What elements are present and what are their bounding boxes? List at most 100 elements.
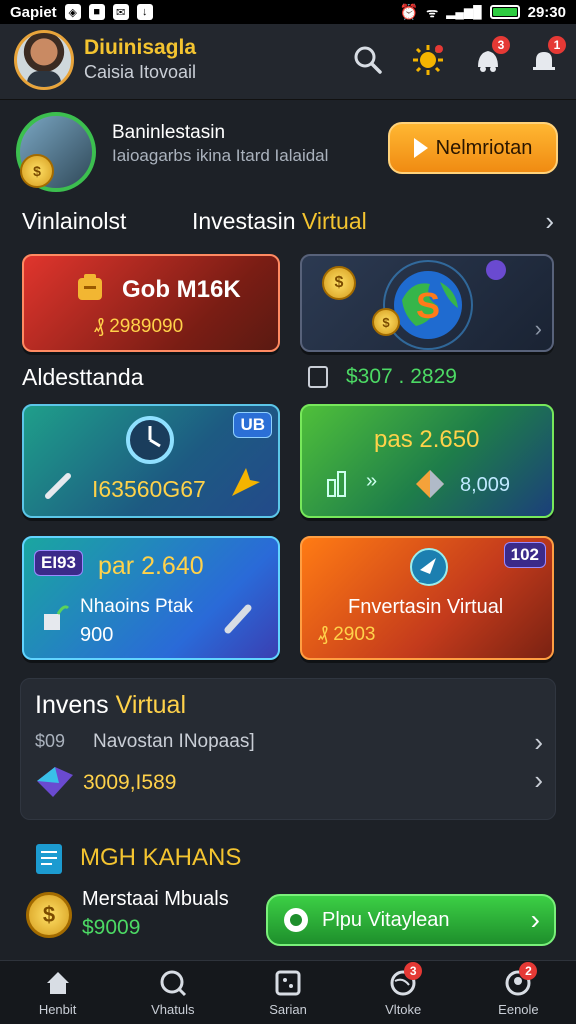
play-vitaylean-button[interactable]: Plpu Vitaylean › <box>266 894 556 946</box>
invest-row1-code: $09 <box>35 731 66 751</box>
header-badge-1: 3 <box>492 36 510 54</box>
card-pas[interactable]: pas 2.650 » 8,009 <box>300 404 554 518</box>
invest-title: Invens Virtual <box>35 691 186 720</box>
chevron-right-icon: › <box>534 765 543 795</box>
promo-button-label: Nelmriotan <box>435 136 533 159</box>
invest-panel: Invens Virtual $09 Navostan INopaas] › 3… <box>20 678 556 820</box>
wallet-icon <box>78 274 102 300</box>
header-badge-2: 1 <box>548 36 566 54</box>
chart-bars-icon <box>327 471 346 497</box>
section1-title: Investasin Virtual <box>192 208 367 235</box>
tab-sarian-label: Sarian <box>269 1002 307 1017</box>
promo-title: Baninlestasin <box>112 122 226 143</box>
section2-title: Aldesttanda <box>22 363 144 390</box>
pen-icon <box>45 473 71 499</box>
notification-icon: ■ <box>88 4 105 20</box>
globe-icon: S <box>383 260 473 350</box>
section-header-1: Vinlainolst Investasin Virtual › <box>22 206 554 236</box>
tab-eenole[interactable]: 2 Eenole <box>461 961 576 1024</box>
card-par-title: par 2.640 <box>98 552 204 580</box>
alarm-icon: ⏰ <box>399 4 419 21</box>
invest-title-main: Invens <box>35 691 116 719</box>
card-gob-value-text: 2989090 <box>109 316 184 337</box>
avatar[interactable] <box>14 30 74 90</box>
chevron-right-icon: › <box>530 904 540 935</box>
plant-icon <box>44 605 70 630</box>
search-button[interactable] <box>350 42 386 78</box>
tab-home-label: Henbit <box>38 1002 77 1017</box>
diamond-icon <box>37 767 73 797</box>
tab-sarian[interactable]: Sarian <box>230 961 345 1024</box>
coin-icon: $ <box>20 154 54 188</box>
signal-icon: ▂▄▆█ <box>446 5 482 19</box>
svg-text:S: S <box>416 285 440 326</box>
search-icon <box>160 970 186 997</box>
star-icon <box>232 468 260 496</box>
invest-row-2[interactable]: 3009,I589 › <box>35 765 543 801</box>
sun-icon <box>413 45 443 75</box>
card-investasin-value-text: 2903 <box>333 624 376 645</box>
card-par[interactable]: EI93 par 2.640 Nhaoins Ptak 900 <box>22 536 280 660</box>
coin-icon: $ <box>26 892 72 938</box>
card-investasin-label: Fnvertasin Virtual <box>348 596 504 618</box>
card-clock-tag: UB <box>233 412 272 438</box>
card-investasin-value: ₰ 2903 <box>318 624 375 646</box>
card-globe[interactable]: S $ $ › <box>300 254 554 352</box>
promo-banner: $ Baninlestasin Iaioagarbs ikina Itard I… <box>0 100 576 200</box>
section1-title-highlight: Virtual <box>301 207 367 234</box>
tab-vltoke[interactable]: 3 Vltoke <box>346 961 461 1024</box>
document-icon <box>36 844 62 874</box>
card-par-value: 900 <box>80 624 114 646</box>
promo-subtitle: Iaioagarbs ikina Itard Ialaidal <box>112 146 329 165</box>
card-gob-value: ₰ 2989090 <box>94 316 183 338</box>
money-icon: ₰ <box>318 624 334 645</box>
user-subtitle: Caisia Itovoail <box>84 62 197 82</box>
chat-icon <box>410 548 448 586</box>
invest-row-1[interactable]: $09 Navostan INopaas] › <box>35 727 543 759</box>
tab-search[interactable]: Vhatuls <box>115 961 230 1024</box>
chevron-right-icon[interactable]: › <box>535 316 542 342</box>
promo-avatar: $ <box>16 112 96 192</box>
tab-vltoke-label: Vltoke <box>385 1002 422 1017</box>
status-time: 29:30 <box>527 3 566 21</box>
status-bar: Gapiet ◈ ■ ✉ ↓ ⏰ ᯤ ▂▄▆█ 29:30 <box>0 0 576 24</box>
card-gob-title: Gob M16K <box>122 276 241 303</box>
tab-search-label: Vhatuls <box>151 1002 195 1017</box>
play-button-label: Plpu Vitaylean <box>322 908 450 931</box>
grid-icon <box>275 970 301 996</box>
coin-icon-1: $ <box>322 266 356 300</box>
card-investasin-tag: 102 <box>503 542 546 568</box>
play-icon <box>413 138 428 158</box>
bottom-section: MGH KAHANS $ Merstaai Mbuals $9009 Plpu … <box>0 830 576 960</box>
message-icon: ✉ <box>112 4 129 20</box>
section-header-2: Aldesttanda $307 . 2829 <box>22 362 554 392</box>
gamepad-icon <box>284 908 308 932</box>
card-pas-value: 8,009 <box>460 474 511 496</box>
card-clock-value: I63560G67 <box>92 476 206 502</box>
chevron-right-icon[interactable]: › <box>545 206 554 237</box>
coin-icon-2: $ <box>372 308 400 336</box>
money-icon: ₰ <box>94 316 110 337</box>
tab-home[interactable]: Henbit <box>0 961 115 1024</box>
card-clock[interactable]: UB I63560G67 <box>22 404 280 518</box>
bottom-title: MGH KAHANS <box>80 844 242 871</box>
section2-amount: $307 . 2829 <box>346 365 457 388</box>
card-par-label: Nhaoins Ptak <box>80 596 194 617</box>
card-gob[interactable]: Gob M16K ₰ 2989090 <box>22 254 280 352</box>
card-pas-title: pas 2.650 <box>374 426 480 453</box>
sun-button[interactable] <box>410 42 446 78</box>
app-header: Diuinisagla Caisia Itovoail 3 1 <box>0 24 576 100</box>
chevron-right-icon: › <box>534 727 543 757</box>
section1-title-main: Investasin <box>192 207 302 234</box>
bell-button[interactable]: 1 <box>526 36 566 78</box>
tab-vltoke-badge: 3 <box>404 962 423 980</box>
tab-eenole-label: Eenole <box>498 1002 539 1017</box>
card-investasin[interactable]: 102 Fnvertasin Virtual ₰ 2903 <box>300 536 554 660</box>
rocket-button[interactable]: 3 <box>470 36 510 78</box>
ledger-icon <box>308 366 328 388</box>
promo-play-button[interactable]: Nelmriotan <box>388 122 558 174</box>
invest-title-highlight: Virtual <box>115 691 187 719</box>
bottom-tab-bar: Henbit Vhatuls Sarian 3 Vltoke 2 Eenole <box>0 960 576 1024</box>
search-icon <box>354 46 382 74</box>
home-icon <box>46 972 69 994</box>
